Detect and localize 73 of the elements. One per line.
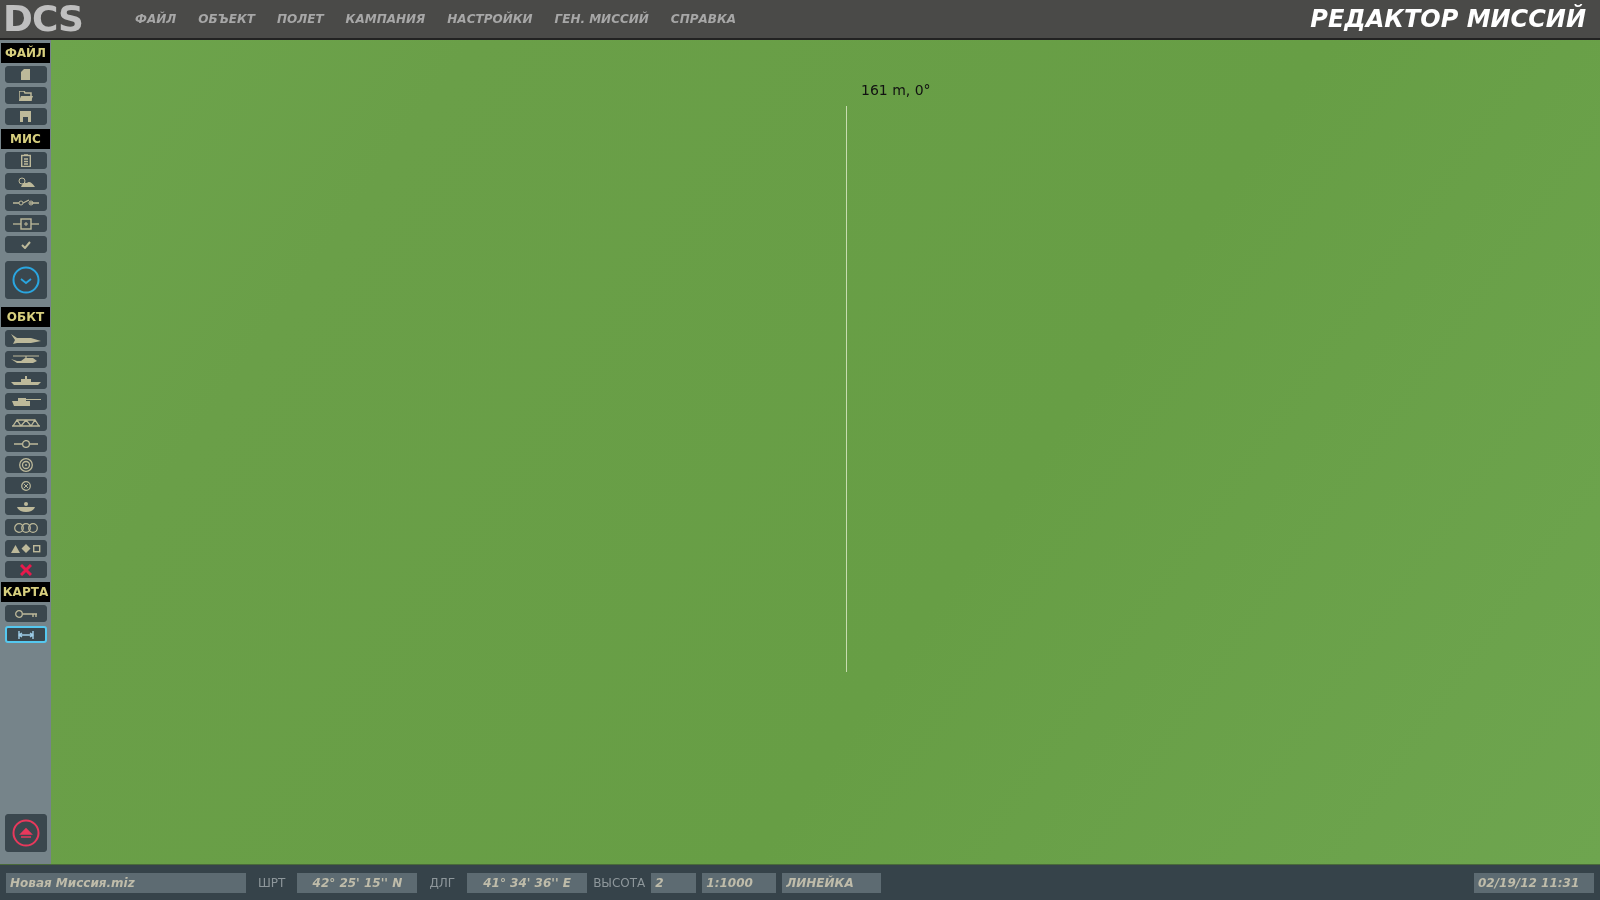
folder-icon <box>18 90 33 101</box>
map-area[interactable]: 161 m, 0° <box>51 40 1600 864</box>
section-header: КАРТА <box>1 582 50 602</box>
menu-item[interactable]: СПРАВКА <box>670 12 737 26</box>
tool-button[interactable] <box>4 194 47 211</box>
filename-field: Новая Миссия.miz <box>6 872 246 893</box>
jet-icon <box>10 333 41 344</box>
helicopter-icon <box>10 354 41 365</box>
tool-button[interactable] <box>4 236 47 253</box>
ruler-icon <box>17 630 34 639</box>
tool-button[interactable] <box>4 414 47 431</box>
tool-button[interactable] <box>4 393 47 410</box>
tool-button[interactable] <box>4 519 47 536</box>
scale-field: 1:1000 <box>702 872 777 893</box>
tool-button[interactable] <box>4 456 47 473</box>
tool-button[interactable] <box>4 261 47 299</box>
rings-icon <box>13 522 38 533</box>
checkmark-icon <box>20 240 31 249</box>
shapes-icon <box>10 544 41 553</box>
latitude-field: 42° 25' 15'' N <box>297 872 418 893</box>
circled-x-icon <box>20 480 31 491</box>
menu-item[interactable]: ГЕН. МИССИЙ <box>554 12 649 26</box>
clock-icon <box>11 266 40 294</box>
menu-item[interactable]: ОБЪЕКТ <box>198 12 255 26</box>
altitude-field: 2 <box>651 872 697 893</box>
tool-button[interactable] <box>4 152 47 169</box>
menu-item[interactable]: НАСТРОЙКИ <box>447 12 533 26</box>
eject-icon <box>11 819 40 847</box>
menu-item[interactable]: ПОЛЕТ <box>277 12 324 26</box>
tool-button[interactable] <box>4 108 47 125</box>
delete-icon <box>19 563 32 576</box>
section-header: МИС <box>1 129 50 149</box>
longitude-label: ДЛГ <box>428 875 457 890</box>
section-header: ФАЙЛ <box>1 43 50 63</box>
waypoint-icon <box>13 439 38 448</box>
longitude-field: 41° 34' 36'' E <box>467 872 588 893</box>
datetime-field: 02/19/12 11:31 <box>1474 872 1594 893</box>
tank-icon <box>10 397 41 406</box>
menu-item[interactable]: ФАЙЛ <box>135 12 177 26</box>
tool-button[interactable] <box>4 561 47 578</box>
key-icon <box>14 609 37 618</box>
logo: DCS <box>3 0 84 38</box>
ruler-label: 161 m, 0° <box>861 82 931 98</box>
tool-button[interactable] <box>4 477 47 494</box>
tool-button[interactable] <box>4 173 47 190</box>
tool-button[interactable] <box>4 66 47 83</box>
tool-button[interactable] <box>4 540 47 557</box>
tool-button[interactable] <box>4 87 47 104</box>
zone-icon <box>12 217 39 230</box>
target-icon <box>18 457 33 472</box>
tool-button[interactable] <box>4 605 47 622</box>
tool-button[interactable] <box>4 330 47 347</box>
eject-button[interactable] <box>4 814 47 852</box>
ship-icon <box>10 376 41 385</box>
mode-field: ЛИНЕЙКА <box>782 872 882 893</box>
document-icon <box>20 69 31 80</box>
menu-item[interactable]: КАМПАНИЯ <box>345 12 426 26</box>
clipboard-icon <box>20 154 31 167</box>
window-title: РЕДАКТОР МИССИЙ <box>1310 5 1586 33</box>
bridge-icon <box>11 417 40 428</box>
bowl-icon <box>16 501 35 512</box>
latitude-label: ШРТ <box>257 875 287 890</box>
tool-button[interactable] <box>4 372 47 389</box>
switch-icon <box>12 198 39 207</box>
section-header: ОБКТ <box>1 307 50 327</box>
tool-button[interactable] <box>4 435 47 452</box>
tool-button[interactable] <box>4 215 47 232</box>
floppy-icon <box>20 111 31 122</box>
tool-button[interactable] <box>4 626 47 643</box>
tool-button[interactable] <box>4 351 47 368</box>
altitude-label: ВЫСОТА <box>593 875 646 890</box>
weather-icon <box>16 176 35 187</box>
tool-button[interactable] <box>4 498 47 515</box>
